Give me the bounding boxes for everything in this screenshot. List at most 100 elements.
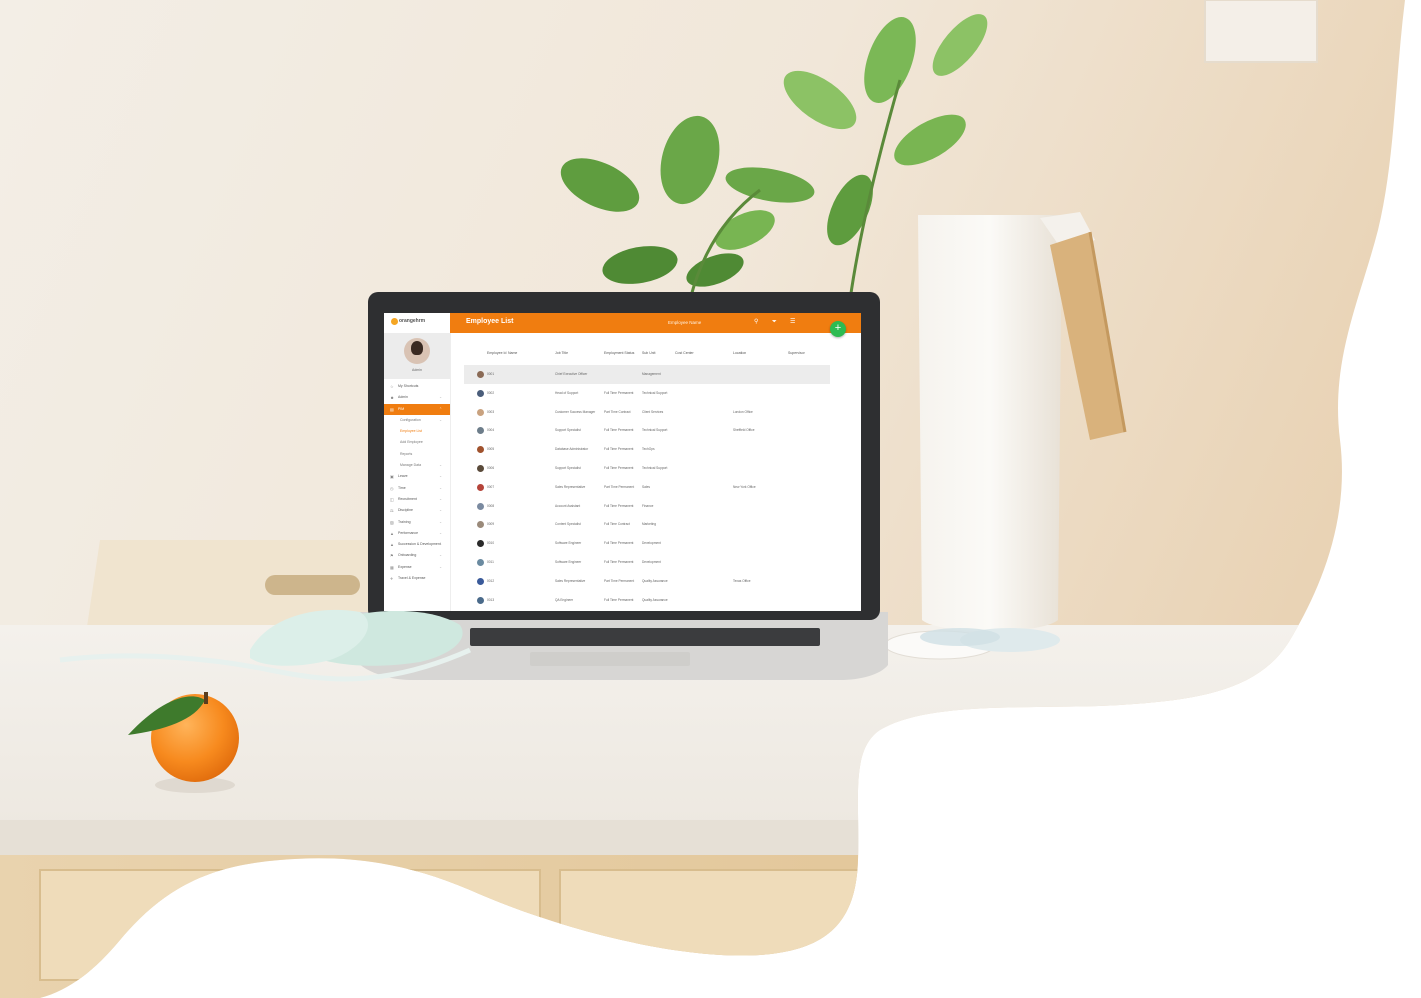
chevron-down-icon: ⌄: [439, 530, 442, 535]
plus-icon: +: [834, 322, 842, 334]
clock-icon: ◷: [390, 485, 394, 491]
sidebar: Admin ☆ My Shortcuts ☻ Admin ⌄ ▤ PIM ⌃ Config…: [384, 333, 451, 611]
table-row[interactable]: 0009 Content Specialist Full Time Contract…: [464, 515, 830, 534]
table-row[interactable]: 0012 Sales Representative Part Time Perman…: [464, 572, 830, 591]
table-cell: Finance: [642, 503, 654, 508]
table-cell: Full Time Permanent: [604, 447, 634, 452]
sidebar-item-label: Expense: [398, 564, 412, 569]
sidebar-item-expense[interactable]: ▦ Expense ⌄: [384, 562, 450, 573]
sidebar-item-leave[interactable]: ▣ Leave ⌄: [384, 471, 450, 482]
table-row[interactable]: 0011 Software Engineer Full Time Permanent…: [464, 553, 830, 572]
employee-avatar: [477, 446, 484, 454]
avatar[interactable]: [404, 338, 430, 364]
chevron-down-icon: ⌄: [439, 485, 442, 490]
employee-avatar: [477, 427, 484, 435]
table-row[interactable]: 0002 Head of Support Full Time Permanent Te…: [464, 384, 830, 403]
calendar-icon: ▣: [390, 474, 394, 480]
chevron-down-icon: ⌄: [439, 474, 442, 479]
table-row[interactable]: 0010 Software Engineer Full Time Permanent…: [464, 534, 830, 553]
sidebar-item-time[interactable]: ◷ Time ⌄: [384, 483, 450, 494]
table-row[interactable]: 0004 Support Specialist Full Time Permanen…: [464, 421, 830, 440]
wallet-icon: ▦: [390, 564, 394, 570]
table-row[interactable]: 0013 QA Engineer Full Time Permanent Qualit…: [464, 591, 830, 610]
table-cell: 0012: [487, 578, 495, 583]
sidebar-subitem-reports[interactable]: Reports: [384, 449, 450, 460]
table-cell: Software Engineer: [555, 559, 582, 564]
sidebar-item-onboarding[interactable]: ⚑ Onboarding ⌄: [384, 550, 450, 561]
column-header-location[interactable]: Location: [733, 351, 746, 355]
sidebar-item-label: Onboarding: [398, 553, 417, 558]
table-cell: Quality Assurance: [642, 578, 668, 583]
sidebar-subitem-configuration[interactable]: Configuration ⌄: [384, 415, 450, 426]
table-cell: Sales: [642, 484, 650, 489]
column-header-cost-center[interactable]: Cost Center: [675, 351, 694, 355]
table-row[interactable]: 0008 Account Assistant Full Time Permanent…: [464, 497, 830, 516]
sidebar-subitem-manage-data[interactable]: Manage Data ⌄: [384, 460, 450, 471]
employee-avatar: [477, 483, 484, 491]
table-cell: TechOps: [642, 447, 655, 452]
book-icon: ▨: [390, 519, 394, 525]
sidebar-subitem-employee-list[interactable]: Employee List: [384, 426, 450, 437]
sidebar-item-recruitment[interactable]: ◫ Recruitment ⌄: [384, 494, 450, 505]
column-header-supervisor[interactable]: Supervisor: [788, 351, 805, 355]
column-header-employee-id[interactable]: Employee Id: [487, 351, 506, 355]
column-header-name[interactable]: Name: [508, 351, 517, 355]
logo[interactable]: orangehrm: [384, 313, 450, 333]
chevron-up-icon: ⌃: [439, 406, 442, 411]
table-row[interactable]: 0001 Chief Executive Officer Management: [464, 365, 830, 384]
chevron-down-icon: ⌄: [439, 395, 442, 400]
sidebar-item-performance[interactable]: ▲ Performance ⌄: [384, 528, 450, 539]
chevron-down-icon: ⌄: [439, 508, 442, 513]
add-employee-button[interactable]: +: [830, 321, 846, 337]
chart-icon: ▲: [390, 530, 394, 536]
table-header: Employee Id Name Job Title Employment St…: [464, 343, 830, 365]
table-cell: Full Time Permanent: [604, 541, 634, 546]
table-row[interactable]: 0006 Support Specialist Full Time Permanen…: [464, 459, 830, 478]
table-row[interactable]: 0007 Sales Representative Part Time Perman…: [464, 478, 830, 497]
employee-avatar: [477, 540, 484, 548]
table-cell: 0008: [487, 503, 495, 508]
search-icon[interactable]: ⚲: [754, 319, 758, 325]
sidebar-item-label: Manage Data: [400, 463, 422, 468]
column-header-employment-status[interactable]: Employment Status: [604, 351, 634, 355]
employee-name-search-input[interactable]: Employee Name: [668, 320, 701, 325]
table-cell: Account Assistant: [555, 503, 581, 508]
id-card-icon: ▤: [390, 406, 394, 412]
sidebar-item-succession[interactable]: ▲ Succession & Development ⌄: [384, 539, 450, 550]
profile-name: Admin: [412, 368, 422, 372]
sidebar-item-travel-expense[interactable]: ✈ Travel & Expense: [384, 573, 450, 584]
table-cell: Technical Support: [642, 465, 668, 470]
employee-avatar: [477, 389, 484, 397]
sidebar-item-label: Employee List: [400, 429, 422, 434]
menu-icon[interactable]: ☰: [790, 319, 795, 325]
column-header-job-title[interactable]: Job Title: [555, 351, 568, 355]
table-row[interactable]: 0003 Customer Success Manager Part Time Co…: [464, 403, 830, 422]
chevron-down-icon: ⌄: [439, 417, 442, 422]
table-cell: 0007: [487, 484, 495, 489]
sidebar-item-label: Leave: [398, 474, 408, 479]
sidebar-item-pim[interactable]: ▤ PIM ⌃: [384, 403, 450, 415]
sidebar-subitem-add-employee[interactable]: Add Employee: [384, 437, 450, 448]
table-row[interactable]: 0005 Database Administrator Full Time Perm…: [464, 440, 830, 459]
flag-icon: ⚑: [390, 553, 394, 559]
employee-avatar: [477, 371, 484, 378]
gavel-icon: ⚖: [390, 508, 394, 514]
table-cell: Texas Office: [733, 578, 751, 583]
sidebar-item-discipline[interactable]: ⚖ Discipline ⌄: [384, 505, 450, 516]
chevron-down-icon: ⌄: [439, 542, 442, 547]
filter-icon[interactable]: ⏷: [772, 319, 777, 325]
sidebar-item-admin[interactable]: ☻ Admin ⌄: [384, 392, 450, 403]
table-cell: Development: [642, 541, 661, 546]
tree-icon: ▲: [390, 542, 394, 548]
table-cell: 0006: [487, 465, 495, 470]
sidebar-item-training[interactable]: ▨ Training ⌄: [384, 517, 450, 528]
table-cell: 0009: [487, 522, 495, 527]
sidebar-item-label: Discipline: [398, 508, 413, 513]
table-body: 0001 Chief Executive Officer Management 000…: [464, 365, 830, 609]
column-header-sub-unit[interactable]: Sub Unit: [642, 351, 655, 355]
chevron-down-icon: ⌄: [439, 463, 442, 468]
table-cell: 0002: [487, 390, 495, 395]
sidebar-menu: ☆ My Shortcuts ☻ Admin ⌄ ▤ PIM ⌃ Configuratio…: [384, 381, 450, 584]
table-cell: Quality Assurance: [642, 597, 668, 602]
sidebar-item-my-shortcuts[interactable]: ☆ My Shortcuts: [384, 381, 450, 392]
